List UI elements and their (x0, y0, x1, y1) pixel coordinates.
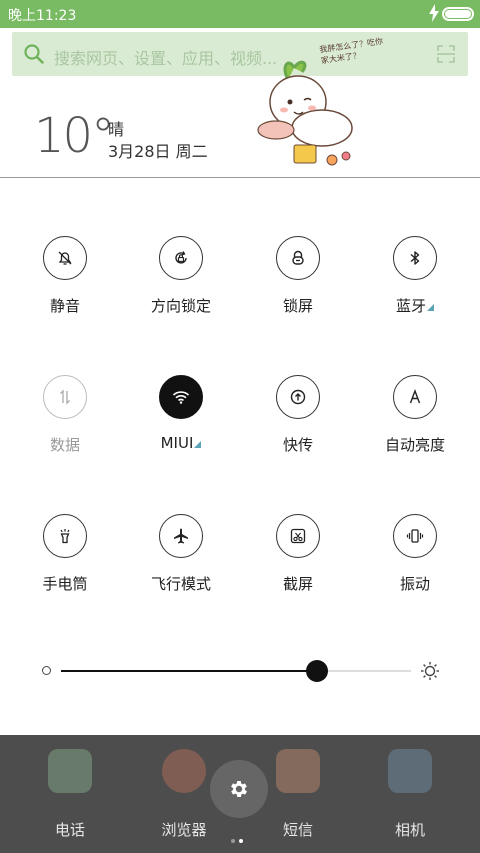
page-dot (231, 839, 235, 843)
toggle-lock-screen[interactable]: 锁屏 (250, 236, 346, 336)
toggle-label: MIUI (133, 434, 229, 452)
lock-icon (292, 250, 304, 265)
date-label: 3月28日 周二 (108, 142, 208, 161)
toggle-circle (393, 375, 437, 419)
toggle-wifi[interactable]: MIUI (133, 375, 229, 475)
toggle-circle (159, 236, 203, 280)
phone-app-icon (48, 749, 92, 793)
toggle-bluetooth[interactable]: 蓝牙 (367, 236, 463, 336)
info-card: 搜索网页、设置、应用、视频... 我胖怎么了？吃你家大米了？ 10° 晴 3月2… (0, 28, 480, 178)
gear-icon (231, 781, 247, 797)
auto-brightness-icon (409, 389, 421, 404)
toggle-airplane-mode[interactable]: 飞行模式 (133, 514, 229, 614)
charging-icon (429, 4, 439, 22)
more-options-indicator (194, 441, 202, 448)
weather-condition: 晴 (108, 120, 125, 139)
toggle-vibrate[interactable]: 振动 (367, 514, 463, 614)
temperature[interactable]: 10° (34, 108, 115, 164)
quick-transfer-icon (290, 389, 306, 405)
brightness-slider[interactable] (40, 656, 440, 686)
toggle-label: 截屏 (282, 575, 313, 593)
toggle-rotation-lock[interactable]: 方向锁定 (133, 236, 229, 336)
search-bar[interactable]: 搜索网页、设置、应用、视频... (12, 32, 468, 76)
messages-app-icon (276, 749, 320, 793)
scan-icon[interactable] (436, 44, 456, 64)
toggle-label: 飞行模式 (150, 575, 211, 593)
brightness-low-icon (42, 666, 51, 675)
mobile-data-icon (60, 389, 70, 405)
dock-app-label: 电话 (54, 821, 85, 839)
toggle-auto-brightness[interactable]: 自动亮度 (367, 375, 463, 475)
toggle-circle (276, 236, 320, 280)
bluetooth-icon (410, 251, 420, 265)
screenshot-icon (290, 528, 306, 544)
search-placeholder: 搜索网页、设置、应用、视频... (54, 49, 278, 68)
status-time: 晚上11:23 (8, 8, 77, 24)
airplane-icon (174, 528, 188, 544)
wifi-icon (172, 391, 190, 404)
page-dot-active (239, 839, 243, 843)
browser-app-icon (162, 749, 206, 793)
toggle-quick-transfer[interactable]: 快传 (250, 375, 346, 475)
rotation-lock-icon (175, 251, 187, 264)
toggle-screenshot[interactable]: 截屏 (250, 514, 346, 614)
toggle-circle (43, 236, 87, 280)
dock-app-label: 短信 (282, 821, 313, 839)
toggle-mobile-data[interactable]: 数据 (17, 375, 113, 475)
toggle-circle (43, 375, 87, 419)
more-options-indicator (427, 304, 434, 311)
toggle-flashlight[interactable]: 手电筒 (17, 514, 113, 614)
toggle-circle (393, 236, 437, 280)
toggle-circle (393, 514, 437, 558)
brightness-high-icon (421, 662, 439, 680)
toggle-circle (276, 375, 320, 419)
toggle-circle (159, 514, 203, 558)
toggle-circle (276, 514, 320, 558)
toggle-label: 锁屏 (282, 297, 313, 315)
toggle-label: 振动 (399, 575, 430, 593)
battery-icon (442, 7, 474, 21)
flashlight-icon (60, 529, 70, 544)
dock-app-camera[interactable]: 相机 (362, 745, 458, 840)
slider-thumb[interactable] (305, 660, 328, 682)
settings-button[interactable] (210, 760, 268, 818)
toggle-label: 蓝牙 (367, 295, 463, 316)
toggle-label: 手电筒 (42, 575, 88, 593)
camera-app-icon (388, 749, 432, 793)
slider-track-fill (61, 670, 317, 672)
dock-app-phone[interactable]: 电话 (22, 745, 118, 840)
status-bar: 晚上11:23 (0, 0, 480, 28)
toggle-circle (43, 514, 87, 558)
toggle-mute[interactable]: 静音 (17, 236, 113, 336)
vibrate-icon (406, 529, 424, 543)
toggle-circle (159, 375, 203, 419)
page-indicator (231, 828, 247, 847)
toggle-label: 数据 (49, 436, 80, 454)
toggle-label: 快传 (282, 436, 313, 454)
sticker-image (257, 60, 353, 166)
toggle-label: 方向锁定 (150, 297, 211, 315)
toggle-label: 自动亮度 (384, 436, 445, 454)
search-icon (24, 44, 44, 64)
toggle-label: 静音 (49, 297, 80, 315)
dock-app-label: 浏览器 (161, 821, 207, 839)
dock-app-label: 相机 (394, 821, 425, 839)
mute-bell-icon (58, 251, 72, 265)
